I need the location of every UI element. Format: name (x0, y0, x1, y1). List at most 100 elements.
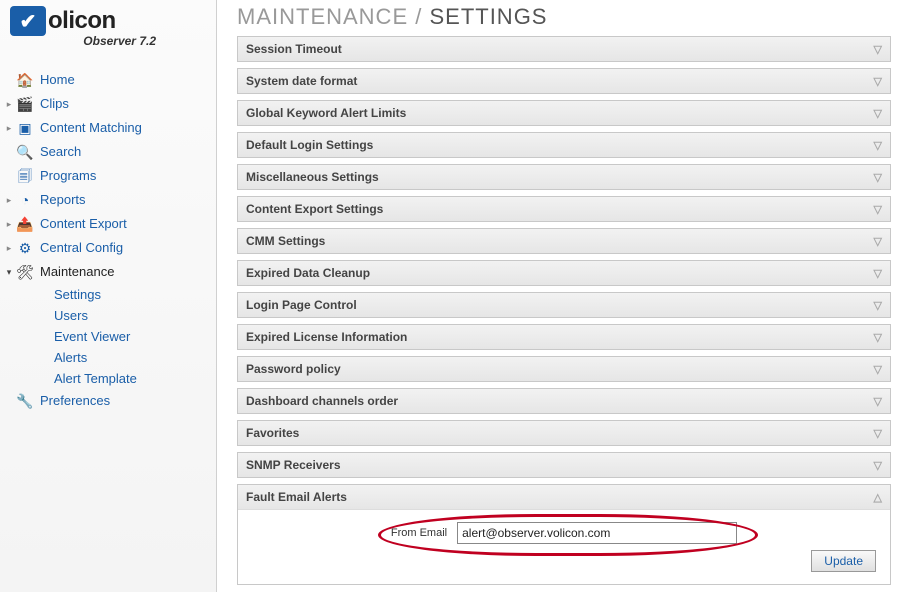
nav-central-config-label: Central Config (40, 239, 123, 257)
copy-icon: 🗐 (16, 167, 34, 185)
nav-central-config[interactable]: ▸ ⚙ Central Config (0, 236, 216, 260)
logo-mark-icon (10, 6, 46, 36)
expand-icon: ▽ (874, 299, 882, 312)
match-icon: ▣ (16, 119, 34, 137)
nav-programs[interactable]: 🗐 Programs (0, 164, 216, 188)
export-icon: 📤 (16, 215, 34, 233)
panel-fault-email: Fault Email Alerts △ From Email Update (237, 484, 891, 585)
nav-search[interactable]: 🔍 Search (0, 140, 216, 164)
panel-header-dashboard-channels[interactable]: Dashboard channels order ▽ (238, 389, 890, 413)
panel-header-session-timeout[interactable]: Session Timeout ▽ (238, 37, 890, 61)
panel-title: Fault Email Alerts (246, 490, 347, 504)
chevron-down-icon: ▾ (4, 263, 14, 281)
panel-title: CMM Settings (246, 234, 325, 248)
home-icon: 🏠 (16, 71, 34, 89)
film-icon: 🎬 (16, 95, 34, 113)
panel-title: System date format (246, 74, 357, 88)
collapse-icon: △ (874, 491, 882, 504)
nav-content-matching-label: Content Matching (40, 119, 142, 137)
nav-reports[interactable]: ▸ ◔ Reports (0, 188, 216, 212)
sidebar: olicon Observer 7.2 🏠 Home ▸ 🎬 Clips ▸ ▣… (0, 0, 217, 592)
nav-sub-settings[interactable]: Settings (48, 284, 216, 305)
nav-maintenance-sub: Settings Users Event Viewer Alerts Alert… (0, 284, 216, 389)
nav-maintenance[interactable]: ▾ 🛠 Maintenance (0, 260, 216, 284)
panel-header-content-export[interactable]: Content Export Settings ▽ (238, 197, 890, 221)
panel-login-page: Login Page Control ▽ (237, 292, 891, 318)
panel-header-cmm[interactable]: CMM Settings ▽ (238, 229, 890, 253)
panel-header-expired-license[interactable]: Expired License Information ▽ (238, 325, 890, 349)
expand-icon: ▽ (874, 107, 882, 120)
breadcrumb-parent: MAINTENANCE (237, 4, 408, 29)
panel-title: Session Timeout (246, 42, 342, 56)
nav-maintenance-label: Maintenance (40, 263, 114, 281)
breadcrumb-sep: / (408, 4, 429, 29)
nav-preferences[interactable]: 🔧 Preferences (0, 389, 216, 413)
nav-programs-label: Programs (40, 167, 96, 185)
gear-icon: ⚙ (16, 239, 34, 257)
expand-icon: ▽ (874, 43, 882, 56)
panel-header-snmp[interactable]: SNMP Receivers ▽ (238, 453, 890, 477)
form-row-from-email: From Email (250, 522, 878, 544)
panel-title: Global Keyword Alert Limits (246, 106, 406, 120)
nav-content-export[interactable]: ▸ 📤 Content Export (0, 212, 216, 236)
nav: 🏠 Home ▸ 🎬 Clips ▸ ▣ Content Matching 🔍 … (0, 68, 216, 592)
panel-header-default-login[interactable]: Default Login Settings ▽ (238, 133, 890, 157)
chevron-right-icon: ▸ (4, 239, 14, 257)
from-email-label: From Email (391, 527, 447, 539)
nav-home[interactable]: 🏠 Home (0, 68, 216, 92)
panel-header-global-keyword[interactable]: Global Keyword Alert Limits ▽ (238, 101, 890, 125)
nav-sub-alert-template[interactable]: Alert Template (48, 368, 216, 389)
page-title: MAINTENANCE / SETTINGS (237, 4, 891, 30)
panel-title: Dashboard channels order (246, 394, 398, 408)
update-button[interactable]: Update (811, 550, 876, 572)
expand-icon: ▽ (874, 75, 882, 88)
expand-icon: ▽ (874, 203, 882, 216)
expand-icon: ▽ (874, 459, 882, 472)
nav-sub-alerts[interactable]: Alerts (48, 347, 216, 368)
panel-misc: Miscellaneous Settings ▽ (237, 164, 891, 190)
nav-search-label: Search (40, 143, 81, 161)
chevron-right-icon: ▸ (4, 119, 14, 137)
panel-password-policy: Password policy ▽ (237, 356, 891, 382)
main-content: MAINTENANCE / SETTINGS Session Timeout ▽… (217, 0, 901, 592)
logo-brand: olicon (48, 7, 116, 35)
nav-clips[interactable]: ▸ 🎬 Clips (0, 92, 216, 116)
logo-subtitle: Observer 7.2 (10, 34, 206, 48)
nav-home-label: Home (40, 71, 75, 89)
nav-sub-event-viewer[interactable]: Event Viewer (48, 326, 216, 347)
panel-body-fault-email: From Email Update (238, 509, 890, 584)
panel-system-date-format: System date format ▽ (237, 68, 891, 94)
panel-title: Login Page Control (246, 298, 357, 312)
panel-header-password-policy[interactable]: Password policy ▽ (238, 357, 890, 381)
panel-header-misc[interactable]: Miscellaneous Settings ▽ (238, 165, 890, 189)
nav-content-export-label: Content Export (40, 215, 127, 233)
panel-title: Miscellaneous Settings (246, 170, 379, 184)
breadcrumb-current: SETTINGS (429, 4, 547, 29)
expand-icon: ▽ (874, 427, 882, 440)
panel-expired-data: Expired Data Cleanup ▽ (237, 260, 891, 286)
panel-snmp: SNMP Receivers ▽ (237, 452, 891, 478)
nav-sub-users[interactable]: Users (48, 305, 216, 326)
nav-clips-label: Clips (40, 95, 69, 113)
panel-cmm: CMM Settings ▽ (237, 228, 891, 254)
wrench-icon: 🔧 (16, 392, 34, 410)
panel-title: Content Export Settings (246, 202, 383, 216)
nav-content-matching[interactable]: ▸ ▣ Content Matching (0, 116, 216, 140)
panel-expired-license: Expired License Information ▽ (237, 324, 891, 350)
panel-title: Password policy (246, 362, 341, 376)
panel-header-expired-data[interactable]: Expired Data Cleanup ▽ (238, 261, 890, 285)
expand-icon: ▽ (874, 363, 882, 376)
panel-header-favorites[interactable]: Favorites ▽ (238, 421, 890, 445)
chevron-right-icon: ▸ (4, 95, 14, 113)
piechart-icon: ◔ (16, 191, 34, 209)
panel-favorites: Favorites ▽ (237, 420, 891, 446)
expand-icon: ▽ (874, 267, 882, 280)
from-email-input[interactable] (457, 522, 737, 544)
panel-dashboard-channels: Dashboard channels order ▽ (237, 388, 891, 414)
logo-block: olicon Observer 7.2 (0, 0, 216, 50)
panel-title: Default Login Settings (246, 138, 373, 152)
panel-header-login-page[interactable]: Login Page Control ▽ (238, 293, 890, 317)
panel-header-system-date-format[interactable]: System date format ▽ (238, 69, 890, 93)
search-icon: 🔍 (16, 143, 34, 161)
panel-header-fault-email[interactable]: Fault Email Alerts △ (238, 485, 890, 509)
